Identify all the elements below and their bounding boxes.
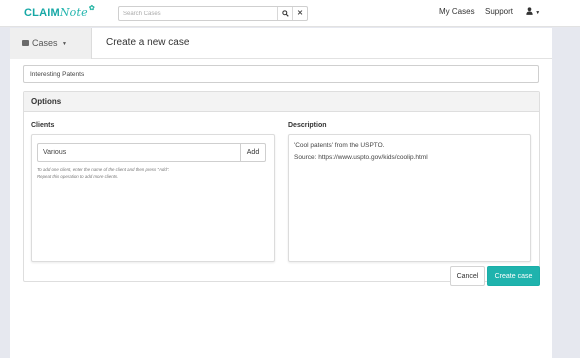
- chevron-down-icon: ▼: [535, 10, 541, 16]
- nav-support[interactable]: Support: [485, 7, 513, 16]
- folder-icon: [22, 40, 29, 46]
- page-header: Cases ▼ Create a new case: [10, 28, 552, 59]
- description-line: 'Cool patents' from the USPTO.: [294, 142, 385, 149]
- add-client-button[interactable]: Add: [240, 143, 266, 162]
- clients-label: Clients: [31, 122, 55, 129]
- cancel-button[interactable]: Cancel: [450, 266, 485, 286]
- description-line: Source: https://www.uspto.gov/kids/cooli…: [294, 154, 428, 161]
- user-menu[interactable]: ▼: [526, 7, 540, 17]
- options-panel-title: Options: [24, 92, 539, 112]
- main-content: Cases ▼ Create a new case Options Client…: [10, 28, 552, 358]
- options-panel: Options Clients Add To add one client, e…: [23, 91, 540, 282]
- leaf-icon: ✿: [88, 5, 95, 12]
- search-icon: [281, 10, 289, 17]
- case-name-input[interactable]: [23, 65, 539, 83]
- description-textarea[interactable]: 'Cool patents' from the USPTO. Source: h…: [288, 134, 531, 262]
- search-input[interactable]: [119, 7, 277, 20]
- search-button[interactable]: [277, 7, 292, 20]
- client-name-input[interactable]: [37, 143, 241, 162]
- cases-dropdown[interactable]: Cases ▼: [10, 28, 92, 59]
- nav-my-cases[interactable]: My Cases: [439, 7, 475, 16]
- top-navbar: CLAIMNote✿ ✕ My Cases Support ▼: [0, 0, 580, 27]
- search-bar: ✕: [118, 6, 308, 21]
- description-label: Description: [288, 122, 327, 129]
- close-icon: ✕: [297, 10, 303, 17]
- logo-main-text: CLAIM: [24, 7, 60, 19]
- clients-help-text: To add one client, enter the name of the…: [37, 167, 170, 172]
- claimnote-logo[interactable]: CLAIMNote ✿: [24, 5, 95, 19]
- user-icon: [526, 7, 533, 15]
- clear-search-button[interactable]: ✕: [292, 7, 307, 20]
- logo-accent-text: Note: [59, 6, 88, 19]
- cases-dropdown-label: Cases: [32, 38, 58, 48]
- clients-help-text: Repeat this operation to add more client…: [37, 174, 119, 179]
- chevron-down-icon: ▼: [62, 41, 67, 47]
- create-case-button[interactable]: Create case: [487, 266, 540, 286]
- clients-box: Add To add one client, enter the name of…: [31, 134, 275, 262]
- page-title: Create a new case: [106, 37, 190, 48]
